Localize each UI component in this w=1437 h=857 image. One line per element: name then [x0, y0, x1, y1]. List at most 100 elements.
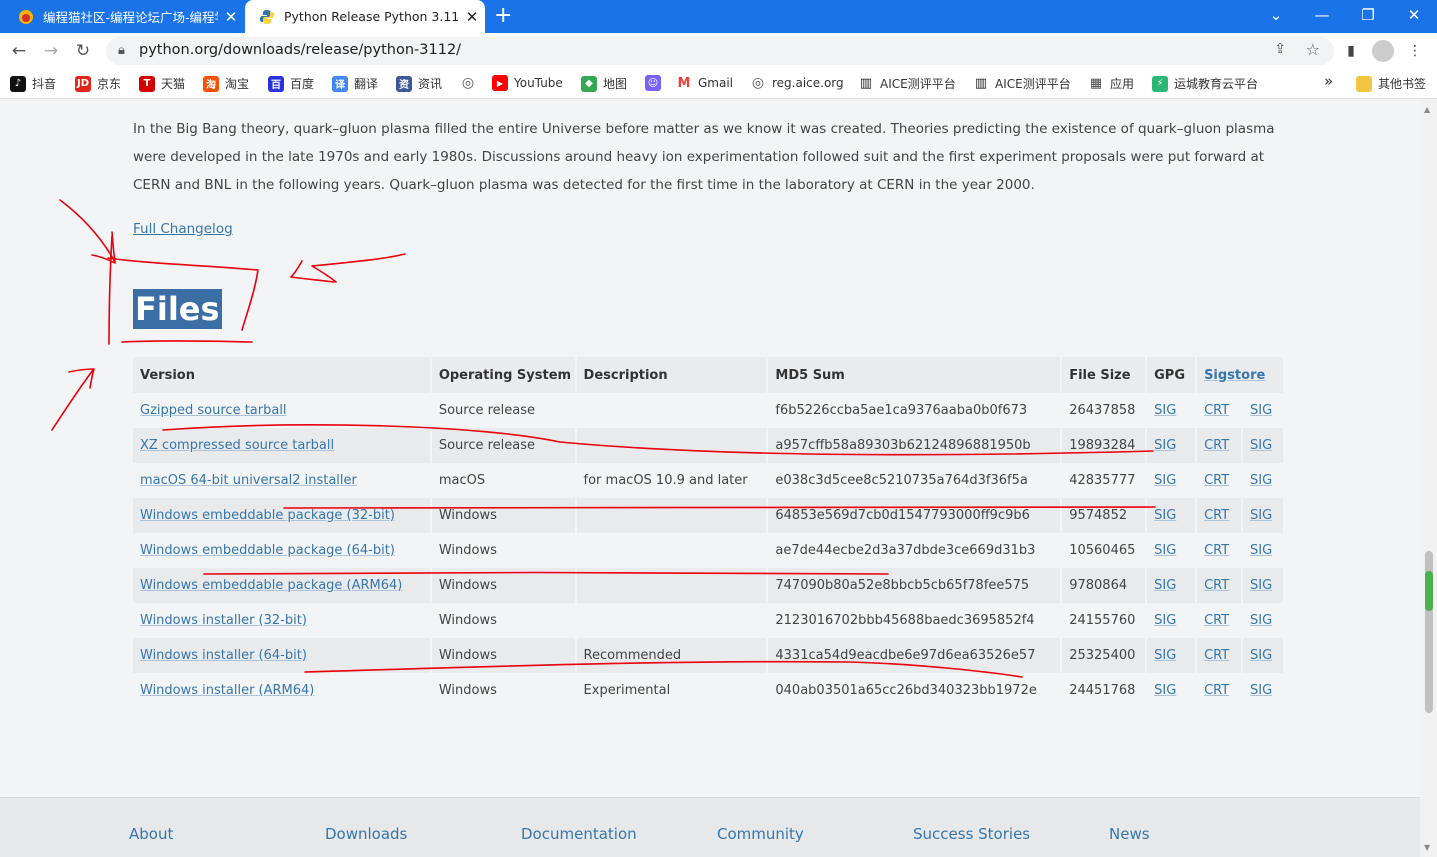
header-sigstore[interactable]: Sigstore	[1196, 357, 1285, 393]
gpg-sig-cell[interactable]: SIG	[1146, 603, 1198, 638]
tab-close-icon[interactable]: ✕	[459, 8, 485, 26]
version-cell[interactable]: XZ compressed source tarball	[133, 428, 432, 463]
footer-downloads-link[interactable]: Downloads	[325, 825, 407, 843]
footer-about-link[interactable]: About	[129, 825, 173, 843]
tab-close-icon[interactable]: ✕	[218, 8, 244, 26]
version-cell[interactable]: macOS 64-bit universal2 installer	[133, 463, 432, 498]
sigstore-crt-cell[interactable]: CRT	[1196, 498, 1243, 533]
minimize-icon[interactable]: —	[1299, 0, 1345, 33]
sigstore-crt-link[interactable]: CRT	[1204, 438, 1229, 453]
version-link[interactable]: XZ compressed source tarball	[140, 438, 334, 453]
footer-news-link[interactable]: News	[1109, 825, 1150, 843]
profile-avatar-icon[interactable]	[1372, 40, 1394, 62]
gpg-sig-link[interactable]: SIG	[1154, 648, 1176, 663]
close-window-icon[interactable]: ✕	[1391, 0, 1437, 33]
tab-search-chevron-icon[interactable]: ⌄	[1253, 0, 1299, 33]
version-cell[interactable]: Windows embeddable package (64-bit)	[133, 533, 432, 568]
bookmark-youtube[interactable]: ▶ YouTube	[492, 75, 563, 91]
sigstore-crt-cell[interactable]: CRT	[1196, 673, 1243, 708]
sigstore-sig-link[interactable]: SIG	[1250, 508, 1272, 523]
version-link[interactable]: Windows installer (64-bit)	[140, 648, 307, 663]
footer-success-stories-link[interactable]: Success Stories	[913, 825, 1030, 843]
sigstore-sig-cell[interactable]: SIG	[1241, 393, 1286, 428]
sigstore-crt-link[interactable]: CRT	[1204, 473, 1229, 488]
sigstore-crt-cell[interactable]: CRT	[1196, 533, 1243, 568]
sigstore-crt-link[interactable]: CRT	[1204, 648, 1229, 663]
gpg-sig-link[interactable]: SIG	[1154, 543, 1176, 558]
sigstore-crt-link[interactable]: CRT	[1204, 578, 1229, 593]
sigstore-sig-link[interactable]: SIG	[1250, 683, 1272, 698]
back-arrow-icon[interactable]: ←	[8, 40, 30, 62]
sigstore-sig-cell[interactable]: SIG	[1241, 498, 1286, 533]
gpg-sig-cell[interactable]: SIG	[1146, 393, 1198, 428]
gpg-sig-cell[interactable]: SIG	[1146, 428, 1198, 463]
footer-community-link[interactable]: Community	[717, 825, 804, 843]
gpg-sig-link[interactable]: SIG	[1154, 438, 1176, 453]
scroll-up-icon[interactable]: ▲	[1424, 105, 1430, 114]
version-link[interactable]: Windows installer (32-bit)	[140, 613, 307, 628]
version-cell[interactable]: Windows embeddable package (32-bit)	[133, 498, 432, 533]
version-cell[interactable]: Windows installer (64-bit)	[133, 638, 432, 673]
sigstore-sig-cell[interactable]: SIG	[1241, 463, 1286, 498]
maximize-icon[interactable]: ❐	[1345, 0, 1391, 33]
sigstore-crt-cell[interactable]: CRT	[1196, 568, 1243, 603]
gpg-sig-link[interactable]: SIG	[1154, 613, 1176, 628]
sigstore-crt-cell[interactable]: CRT	[1196, 603, 1243, 638]
side-panel-icon[interactable]: ▮	[1340, 40, 1362, 62]
version-cell[interactable]: Windows installer (ARM64)	[133, 673, 432, 708]
sigstore-sig-link[interactable]: SIG	[1250, 613, 1272, 628]
bookmark-taobao[interactable]: 淘淘宝	[203, 75, 249, 92]
gpg-sig-cell[interactable]: SIG	[1146, 568, 1198, 603]
bookmark-douyin[interactable]: ♪ 抖音	[10, 75, 56, 92]
sigstore-sig-cell[interactable]: SIG	[1241, 603, 1286, 638]
bookmark-baidu[interactable]: 百百度	[268, 75, 314, 92]
bookmark-globe[interactable]: ◎	[460, 75, 482, 91]
sigstore-crt-link[interactable]: CRT	[1204, 403, 1229, 418]
bookmark-map[interactable]: ◆ 地图	[581, 75, 627, 92]
bookmark-yuncheng[interactable]: ⚡ 运城教育云平台	[1152, 75, 1258, 92]
other-bookmarks[interactable]: 其他书签	[1356, 75, 1426, 92]
version-link[interactable]: Windows embeddable package (64-bit)	[140, 543, 395, 558]
footer-documentation-link[interactable]: Documentation	[521, 825, 637, 843]
bookmark-star-icon[interactable]: ☆	[1306, 40, 1320, 59]
sigstore-sig-link[interactable]: SIG	[1250, 438, 1272, 453]
menu-kebab-icon[interactable]: ⋮	[1404, 40, 1426, 62]
bookmark-jd[interactable]: JD 京东	[75, 75, 121, 92]
sigstore-sig-link[interactable]: SIG	[1250, 403, 1272, 418]
sigstore-crt-cell[interactable]: CRT	[1196, 393, 1243, 428]
gpg-sig-cell[interactable]: SIG	[1146, 638, 1198, 673]
gpg-sig-cell[interactable]: SIG	[1146, 463, 1198, 498]
share-icon[interactable]: ⇪	[1274, 41, 1286, 57]
tab-codemao[interactable]: 编程猫社区-编程论坛广场-编程学习 ✕	[4, 0, 244, 33]
forward-arrow-icon[interactable]: →	[40, 40, 62, 62]
url-text[interactable]: python.org/downloads/release/python-3112…	[139, 42, 461, 58]
bookmark-aice-2[interactable]: ▥ AICE测评平台	[973, 75, 1071, 92]
sigstore-sig-cell[interactable]: SIG	[1241, 568, 1286, 603]
version-link[interactable]: Windows embeddable package (ARM64)	[140, 578, 402, 593]
gpg-sig-cell[interactable]: SIG	[1146, 533, 1198, 568]
reload-icon[interactable]: ↻	[72, 40, 94, 62]
bookmark-face[interactable]: ☺	[645, 75, 667, 91]
tab-python-release[interactable]: Python Release Python 3.11.2 ✕	[245, 0, 485, 33]
sigstore-crt-cell[interactable]: CRT	[1196, 638, 1243, 673]
sigstore-crt-link[interactable]: CRT	[1204, 508, 1229, 523]
sigstore-crt-cell[interactable]: CRT	[1196, 428, 1243, 463]
sigstore-sig-cell[interactable]: SIG	[1241, 428, 1286, 463]
lock-icon[interactable]: 🔒︎	[118, 43, 125, 58]
bookmark-aice-1[interactable]: ▥ AICE测评平台	[858, 75, 956, 92]
gpg-sig-link[interactable]: SIG	[1154, 578, 1176, 593]
version-link[interactable]: Gzipped source tarball	[140, 403, 287, 418]
sigstore-link[interactable]: Sigstore	[1204, 368, 1265, 383]
gpg-sig-cell[interactable]: SIG	[1146, 673, 1198, 708]
bookmark-apps[interactable]: ▦ 应用	[1088, 75, 1134, 92]
new-tab-icon[interactable]: +	[494, 3, 512, 28]
bookmark-gmail[interactable]: M Gmail	[676, 75, 733, 91]
sigstore-crt-link[interactable]: CRT	[1204, 543, 1229, 558]
sigstore-sig-cell[interactable]: SIG	[1241, 533, 1286, 568]
sigstore-crt-link[interactable]: CRT	[1204, 683, 1229, 698]
version-cell[interactable]: Gzipped source tarball	[133, 393, 432, 428]
version-cell[interactable]: Windows installer (32-bit)	[133, 603, 432, 638]
sigstore-sig-link[interactable]: SIG	[1250, 473, 1272, 488]
sigstore-sig-cell[interactable]: SIG	[1241, 673, 1286, 708]
sigstore-sig-link[interactable]: SIG	[1250, 543, 1272, 558]
